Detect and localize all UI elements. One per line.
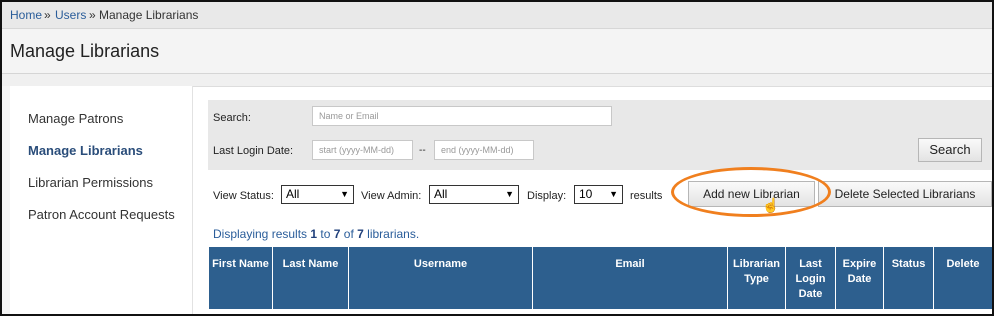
view-admin-label: View Admin: (361, 190, 422, 202)
results-label: results (630, 190, 663, 202)
sidebar-item-librarian-permissions[interactable]: Librarian Permissions (28, 175, 153, 190)
column-header-first-name[interactable]: First Name (209, 247, 273, 309)
breadcrumb-separator: » (89, 8, 96, 22)
display-label: Display: (527, 190, 567, 202)
summary-prefix: Displaying results (213, 227, 311, 241)
column-header-librarian-type[interactable]: Librarian Type (728, 247, 786, 309)
column-header-delete[interactable]: Delete (934, 247, 992, 309)
view-status-label: View Status: (213, 190, 274, 202)
column-header-email[interactable]: Email (533, 247, 728, 309)
page-title: Manage Librarians (10, 41, 160, 61)
table-body (209, 309, 992, 314)
breadcrumb-users[interactable]: Users (55, 8, 86, 22)
date-range-dash: -- (419, 145, 426, 156)
summary-total: 7 (357, 227, 364, 241)
column-header-username[interactable]: Username (349, 247, 533, 309)
display-count-select[interactable]: 10 ▼ (574, 185, 623, 204)
summary-to-word: to (317, 227, 334, 241)
search-label: Search: (213, 112, 251, 124)
view-status-select[interactable]: All ▼ (281, 185, 354, 204)
search-input[interactable]: Name or Email (312, 106, 612, 126)
sidebar: Manage Patrons Manage Librarians Librari… (10, 86, 193, 314)
start-date-input[interactable]: start (yyyy-MM-dd) (312, 140, 413, 160)
sidebar-item-manage-librarians[interactable]: Manage Librarians (28, 143, 143, 158)
column-header-last-name[interactable]: Last Name (273, 247, 349, 309)
breadcrumb: Home » Users » Manage Librarians (2, 2, 992, 29)
breadcrumb-home[interactable]: Home (10, 8, 42, 22)
breadcrumb-current: Manage Librarians (99, 8, 199, 22)
delete-selected-librarians-button[interactable]: Delete Selected Librarians (818, 181, 992, 207)
column-header-expire-date[interactable]: Expire Date (836, 247, 884, 309)
end-date-input[interactable]: end (yyyy-MM-dd) (434, 140, 534, 160)
add-new-librarian-button[interactable]: Add new Librarian (688, 181, 815, 207)
hand-pointer-icon: ☝ (762, 197, 780, 213)
summary-suffix: librarians. (363, 227, 420, 241)
dropdown-arrow-icon: ▼ (609, 189, 618, 199)
column-header-last-login-date[interactable]: Last Login Date (786, 247, 836, 309)
sidebar-item-patron-account-requests[interactable]: Patron Account Requests (28, 207, 175, 222)
dropdown-arrow-icon: ▼ (340, 189, 349, 199)
view-admin-select[interactable]: All ▼ (429, 185, 519, 204)
column-header-status[interactable]: Status (884, 247, 934, 309)
dropdown-arrow-icon: ▼ (505, 189, 514, 199)
title-bar: Manage Librarians (2, 29, 992, 74)
results-summary: Displaying results 1 to 7 of 7 librarian… (213, 227, 419, 241)
sidebar-item-manage-patrons[interactable]: Manage Patrons (28, 111, 123, 126)
breadcrumb-separator: » (44, 8, 51, 22)
left-gutter (2, 86, 10, 314)
browser-frame: Home » Users » Manage Librarians Manage … (0, 0, 994, 316)
librarians-table-header: First Name Last Name Username Email Libr… (209, 247, 992, 309)
last-login-label: Last Login Date: (213, 145, 294, 157)
view-status-value: All (286, 187, 300, 201)
summary-of-word: of (340, 227, 358, 241)
display-count-value: 10 (579, 187, 593, 201)
view-admin-value: All (434, 187, 448, 201)
search-button[interactable]: Search (918, 138, 982, 162)
search-filter-panel: Search: Name or Email Last Login Date: s… (208, 100, 992, 170)
